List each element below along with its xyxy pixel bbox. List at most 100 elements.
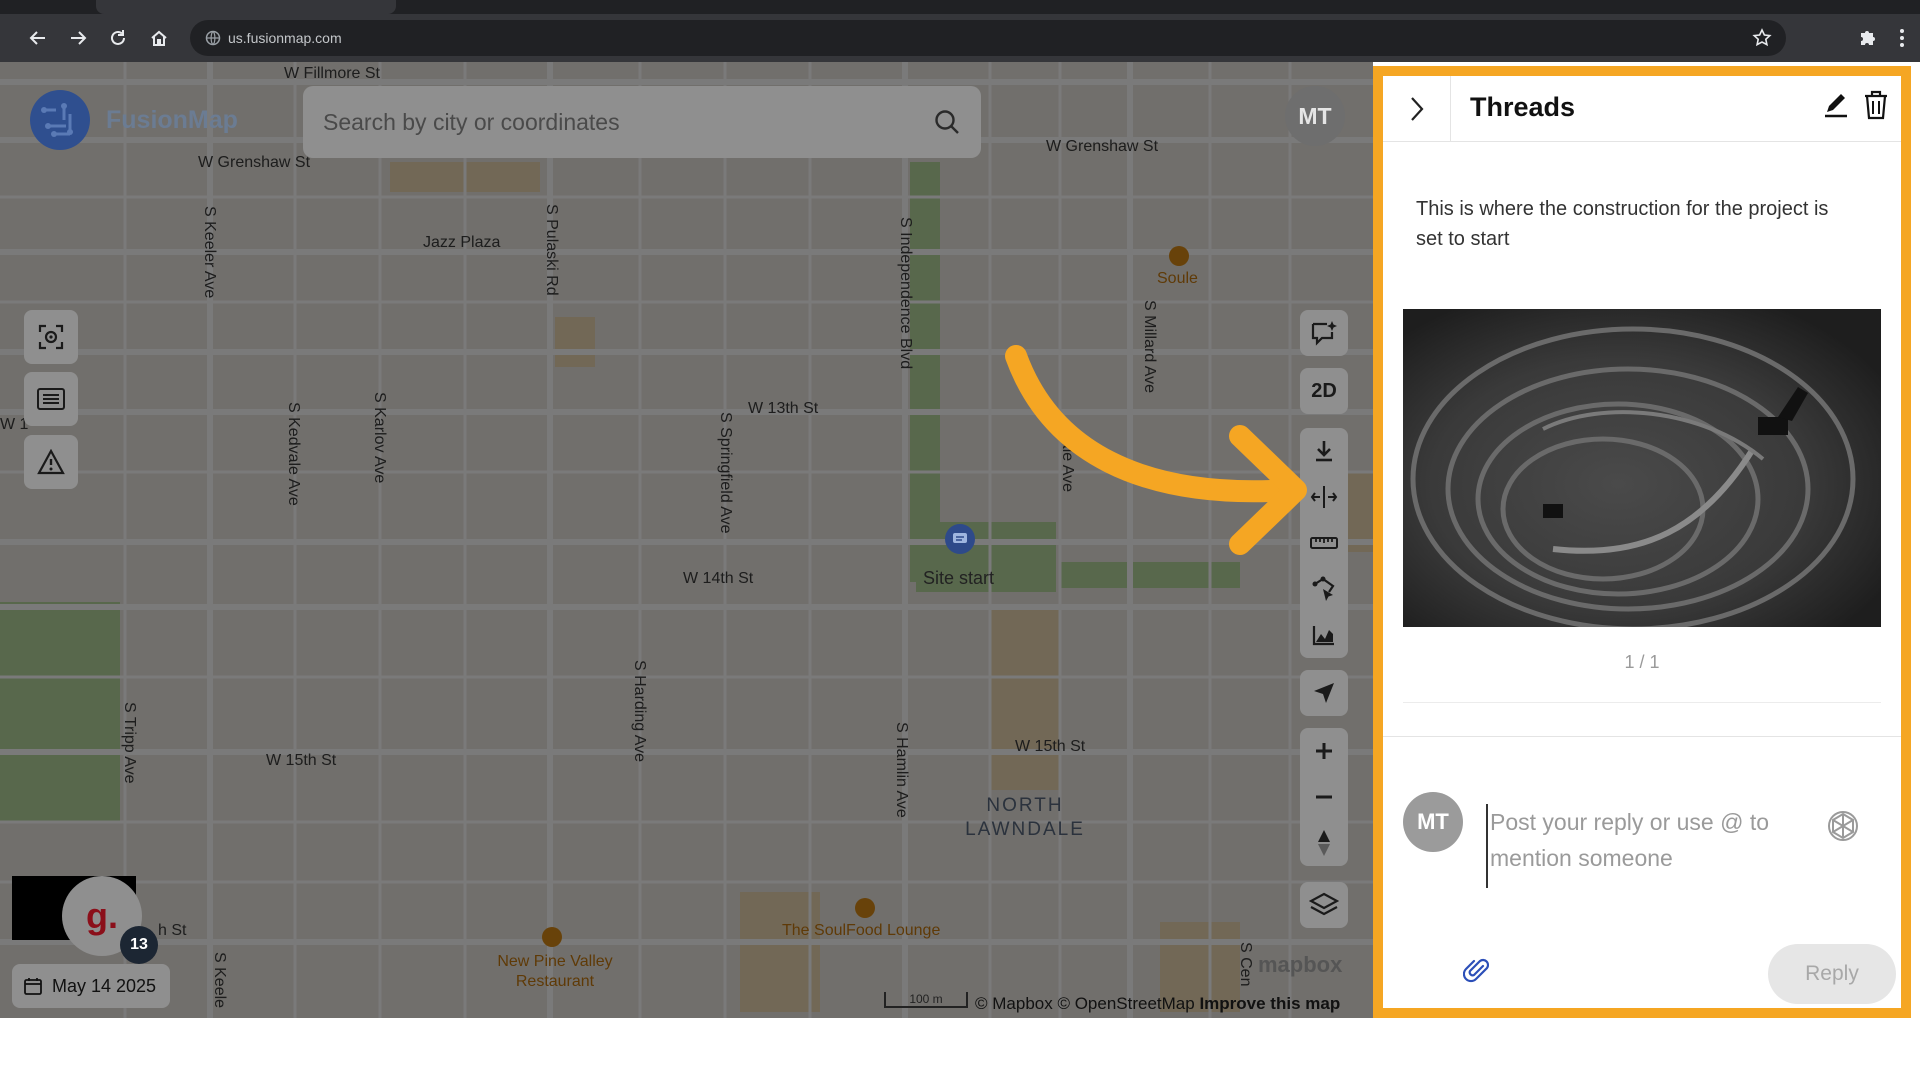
image-pager: 1 / 1	[1624, 652, 1660, 672]
download-icon	[1316, 441, 1332, 462]
list-icon	[37, 388, 65, 410]
reply-button[interactable]: Reply	[1768, 944, 1896, 1004]
home-button[interactable]	[145, 24, 173, 52]
street-label: W Grenshaw St	[1046, 138, 1159, 155]
poi-label[interactable]: Soule	[1157, 270, 1198, 288]
improve-map-link[interactable]: Improve this map	[1199, 994, 1340, 1013]
reply-input[interactable]	[1486, 804, 1806, 888]
thread-photo[interactable]	[1403, 309, 1881, 627]
street-label: S Hamlin Ave	[893, 722, 910, 818]
app-logo[interactable]: FusionMap	[24, 84, 238, 156]
comment-icon	[953, 533, 967, 543]
map-attribution: © Mapbox © OpenStreetMap Improve this ma…	[975, 994, 1340, 1014]
street-label: S Millard Ave	[1141, 300, 1158, 394]
extensions-button[interactable]	[1856, 26, 1880, 50]
ruler-icon	[1310, 537, 1338, 549]
construction-site-image	[1403, 309, 1881, 627]
draw-polygon-button[interactable]	[1300, 566, 1348, 612]
restaurant-icon[interactable]	[1169, 246, 1189, 266]
back-button[interactable]	[24, 24, 52, 52]
minus-icon	[1316, 795, 1332, 799]
ai-annotate-button[interactable]	[1300, 310, 1348, 356]
neighborhood-label: NORTH LAWNDALE	[965, 795, 1085, 840]
restaurant-icon[interactable]	[855, 898, 875, 918]
attribution-text[interactable]: © Mapbox © OpenStreetMap	[975, 994, 1195, 1013]
forward-button[interactable]	[64, 24, 92, 52]
chat-sparkle-icon	[1311, 321, 1337, 346]
notes-button[interactable]	[24, 372, 78, 426]
street-label: W Fillmore St	[284, 65, 380, 82]
street-label: ndale Ave	[1059, 422, 1076, 492]
forward-arrow-icon	[71, 31, 87, 45]
reload-button[interactable]	[104, 24, 132, 52]
compass-icon	[1318, 830, 1330, 856]
threads-header: Threads	[1383, 76, 1901, 142]
mapbox-logo[interactable]: mapbox	[1258, 952, 1342, 978]
browser-toolbar: us.fusionmap.com	[0, 14, 1920, 62]
street-label: W 13th St	[748, 400, 819, 417]
street-label: W 15th St	[1015, 738, 1086, 755]
back-arrow-icon	[29, 31, 45, 45]
delete-thread-button[interactable]	[1863, 90, 1893, 122]
zoom-in-button[interactable]	[1300, 728, 1348, 774]
panel-title: Threads	[1470, 92, 1576, 122]
plus-icon	[1316, 743, 1332, 759]
thread-message: This is where the construction for the p…	[1416, 198, 1829, 250]
search-input[interactable]	[323, 102, 903, 142]
street-label: S Harding Ave	[631, 660, 648, 762]
street-label: W Grenshaw St	[198, 154, 311, 171]
browser-tab-strip	[0, 0, 1920, 14]
restaurant-icon[interactable]	[542, 927, 562, 947]
date-picker[interactable]: May 14 2025	[12, 964, 170, 1008]
map-canvas[interactable]: W Fillmore St W Grenshaw St W Grenshaw S…	[0, 62, 1373, 1018]
scan-target-icon	[38, 324, 64, 350]
poi-label[interactable]: New Pine Valley Restaurant	[485, 952, 625, 992]
pencil-icon	[1825, 94, 1847, 118]
map-scale: 100 m	[884, 992, 968, 1008]
home-icon	[151, 30, 167, 46]
street-label: Jazz Plaza	[423, 234, 501, 251]
locate-me-button[interactable]	[1300, 670, 1348, 716]
browser-menu-button[interactable]	[1890, 26, 1914, 50]
brain-logo-icon	[30, 90, 90, 150]
logo-text: FusionMap	[106, 105, 238, 134]
street-label: S Pulaski Rd	[543, 204, 560, 296]
notification-count-badge: 13	[120, 926, 158, 964]
user-avatar[interactable]: MT	[1285, 86, 1345, 146]
measure-button[interactable]	[1300, 520, 1348, 566]
edit-thread-button[interactable]	[1823, 92, 1853, 122]
street-label: S Tripp Ave	[121, 702, 138, 784]
bookmark-star-icon[interactable]	[1752, 28, 1772, 48]
more-vertical-icon	[1900, 29, 1904, 47]
download-button[interactable]	[1300, 428, 1348, 474]
street-label: S Springfield Ave	[717, 412, 734, 534]
street-label: S Karlov Ave	[371, 392, 388, 484]
collapse-panel-button[interactable]	[1383, 76, 1451, 142]
street-label: S Kedvale Ave	[285, 402, 302, 506]
attach-file-button[interactable]	[1462, 956, 1493, 986]
ai-assist-button[interactable]	[1825, 808, 1861, 844]
address-bar[interactable]: us.fusionmap.com	[190, 20, 1786, 56]
site-label: Site start	[923, 568, 995, 588]
threads-panel: Threads This is where the construction f…	[1373, 66, 1911, 1018]
compare-split-button[interactable]	[1300, 474, 1348, 520]
browser-tab[interactable]	[96, 0, 396, 14]
street-label: W 14th St	[683, 570, 754, 587]
trash-icon	[1865, 90, 1887, 120]
elevation-chart-button[interactable]	[1300, 612, 1348, 658]
puzzle-icon	[1861, 31, 1875, 45]
thread-pin[interactable]	[945, 524, 975, 554]
site-info-icon[interactable]	[204, 29, 222, 47]
poi-label[interactable]: The SoulFood Lounge	[782, 922, 940, 940]
street-label: h St	[158, 922, 187, 939]
reply-avatar: MT	[1403, 792, 1463, 852]
scan-button[interactable]	[24, 310, 78, 364]
zoom-out-button[interactable]	[1300, 774, 1348, 820]
compass-button[interactable]	[1300, 820, 1348, 866]
view-mode-toggle[interactable]: 2D	[1300, 368, 1348, 414]
street-label: S Cen	[1237, 942, 1254, 987]
navigation-arrow-icon	[1314, 683, 1334, 703]
search-button[interactable]	[933, 108, 963, 138]
layers-button[interactable]	[1300, 882, 1348, 928]
alerts-button[interactable]	[24, 435, 78, 489]
